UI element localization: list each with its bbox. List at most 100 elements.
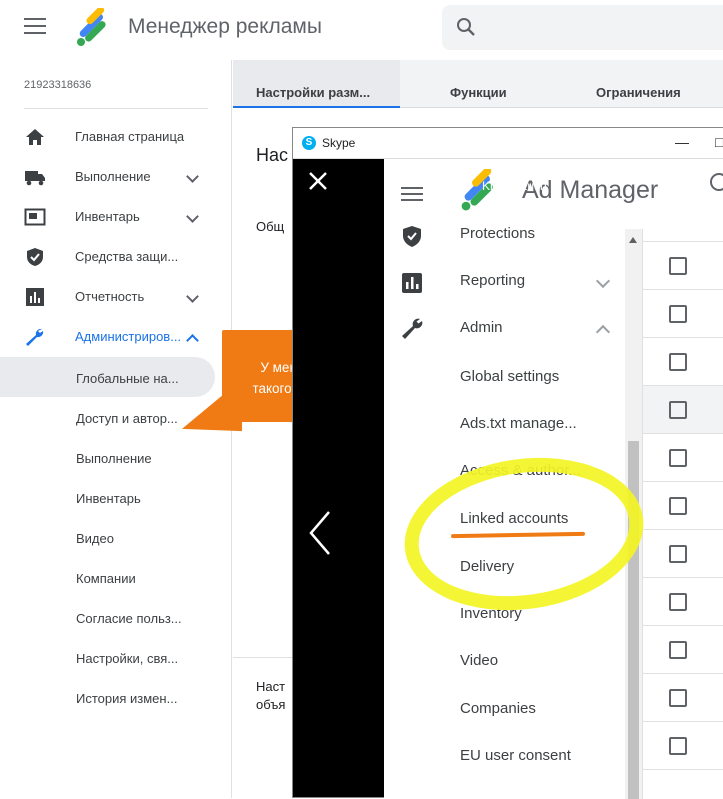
shared-image: Ad Manager Kirill Lazutin Protections Re… [384,159,723,799]
sidebar-item-protections[interactable]: Средства защи... [0,238,216,276]
network-id: 21923318636 [24,79,92,91]
checkbox-column [642,229,723,799]
skype-window: S Skype — □ Ad Manager Kirill Lazutin Pr… [292,127,723,799]
sidebar-subitem-user-consent[interactable]: Согласие польз... [76,611,182,626]
skype-title-bar: S Skype — □ [293,128,723,159]
table-row [643,338,723,386]
sidebar-item-reporting[interactable]: Отчетность [0,278,216,316]
bar-chart-icon [402,273,422,293]
bar-chart-icon [26,288,44,306]
tab-restrictions[interactable]: Ограничения [596,85,681,100]
table-row [643,229,723,242]
sidebar-subitem-inventory[interactable]: Инвентарь [76,491,141,506]
checkbox [669,641,687,659]
inner-subitem: Global settings [460,368,560,385]
window-title: Skype [322,136,356,150]
sidebar-item-label: Главная страница [75,129,185,144]
wrench-icon [402,318,423,339]
wrench-icon [26,328,44,346]
chevron-up-icon [186,334,199,347]
sidebar-item-admin[interactable]: Администриров... [0,318,216,356]
sidebar-item-label: Администриров... [75,329,182,344]
table-row [643,626,723,674]
chevron-down-icon [186,170,199,183]
minimize-button[interactable]: — [675,134,689,150]
bottom-text: Наст [256,679,286,694]
sidebar-item-label: Выполнение [75,169,151,184]
search-bar[interactable] [442,5,723,50]
ad-manager-logo [77,8,106,46]
previous-arrow-icon[interactable] [307,508,337,558]
table-row [643,434,723,482]
top-bar: Менеджер рекламы [0,0,723,60]
inner-item-protections: Protections [460,225,536,242]
checkbox [669,401,687,419]
tab-bar: Настройки разм... Функции Ограничения [233,60,723,108]
sidebar-subitem-global-settings[interactable]: Глобальные на... [76,371,179,386]
checkbox [669,257,687,275]
checkbox [669,689,687,707]
inner-subitem: EU user consent [460,747,571,764]
checkbox [669,497,687,515]
truck-icon [25,171,45,186]
sidebar-subitem-access[interactable]: Доступ и автор... [76,411,178,426]
tab-features[interactable]: Функции [450,85,507,100]
divider [24,108,208,109]
sidebar-item-label: Инвентарь [75,209,140,224]
table-row [643,578,723,626]
sidebar-item-delivery[interactable]: Выполнение [0,158,216,196]
sidebar-item-home[interactable]: Главная страница [0,118,216,156]
table-row [643,290,723,338]
table-row [643,674,723,722]
home-icon [26,129,44,145]
menu-icon[interactable] [24,18,46,36]
sidebar-item-label: Отчетность [75,289,145,304]
chevron-down-icon [595,273,611,289]
tab-selected-bg [233,60,400,108]
chevron-down-icon [186,210,199,223]
table-row [643,722,723,770]
bottom-text: объя [256,697,286,712]
sidebar-subitem-linked-settings[interactable]: Настройки, свя... [76,651,178,666]
sidebar-subitem-companies[interactable]: Компании [76,571,136,586]
ad-manager-logo [461,169,493,211]
table-row [643,242,723,290]
checkbox [669,353,687,371]
scroll-up-icon [629,237,637,243]
table-row [643,482,723,530]
inner-subitem: Companies [460,700,536,717]
general-label: Общ [256,219,285,234]
inner-item-admin: Admin [460,319,503,336]
skype-icon: S [302,136,316,150]
close-icon[interactable] [305,168,331,194]
sidebar-subitem-delivery[interactable]: Выполнение [76,451,152,466]
maximize-button[interactable]: □ [715,134,723,150]
table-row [643,386,723,434]
checkbox [669,545,687,563]
sidebar-subitem-change-history[interactable]: История измен... [76,691,177,706]
sidebar-item-label: Средства защи... [75,249,179,264]
chevron-up-icon [595,324,611,340]
inner-item-reporting: Reporting [460,272,526,289]
inner-top-bar: Ad Manager Kirill Lazutin [384,159,723,225]
shield-icon [403,226,421,247]
checkbox [669,449,687,467]
shield-icon [27,248,43,266]
app-title: Менеджер рекламы [128,15,322,38]
tab-size-settings[interactable]: Настройки разм... [256,85,370,100]
sidebar-item-inventory[interactable]: Инвентарь [0,198,216,236]
menu-icon [401,187,423,201]
checkbox [669,305,687,323]
section-title: Нас [256,145,289,165]
sidebar-subitem-video[interactable]: Видео [76,531,114,546]
sender-name: Kirill Lazutin [482,179,547,193]
inner-subitem: Video [460,652,499,669]
smiley-icon [710,173,723,191]
checkbox [669,593,687,611]
inner-subitem: Ads.txt manage... [460,415,577,432]
checkbox [669,737,687,755]
table-row [643,530,723,578]
inventory-icon [24,208,46,226]
chevron-down-icon [186,290,199,303]
search-icon [457,18,475,36]
